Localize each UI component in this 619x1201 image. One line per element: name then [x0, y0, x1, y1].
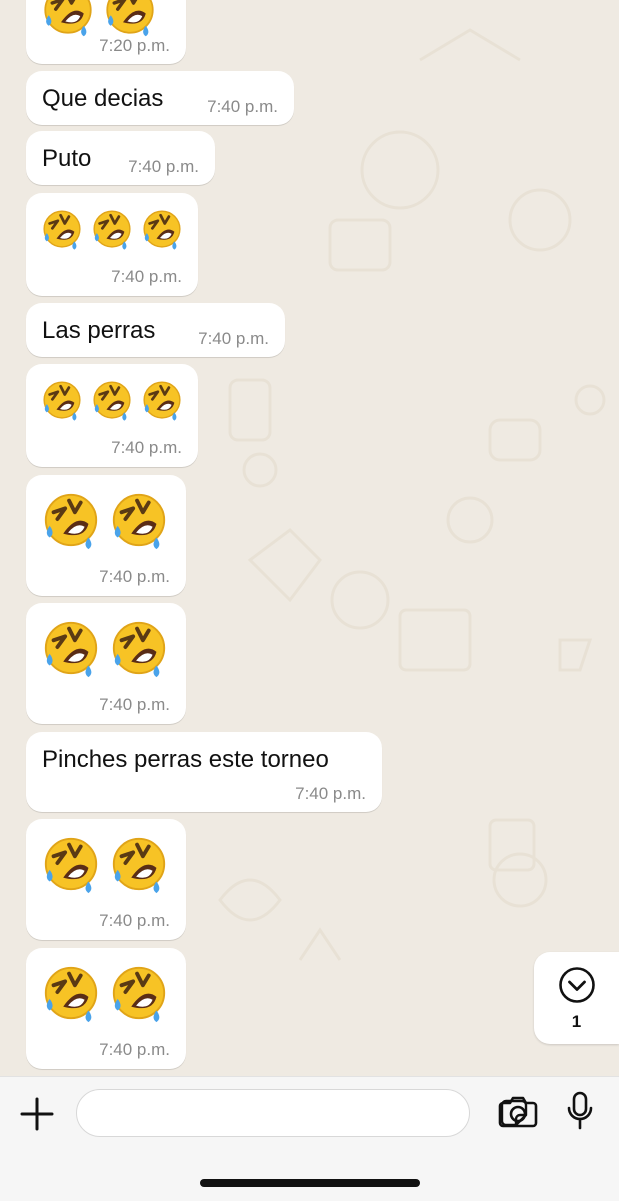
message-input[interactable] [76, 1089, 528, 1137]
message-bubble[interactable]: Que decias 7:40 p.m. [26, 71, 294, 125]
rofl-emoji-icon [40, 0, 96, 38]
message-bubble[interactable]: 7:40 p.m. [26, 603, 186, 724]
emoji-row [40, 617, 170, 679]
message-text: Puto [42, 145, 92, 172]
rofl-emoji-icon [140, 207, 184, 251]
rofl-emoji-icon [40, 207, 84, 251]
message-bubble[interactable]: 7:40 p.m. [26, 475, 186, 596]
rofl-emoji-icon [40, 378, 84, 422]
rofl-emoji-icon [108, 833, 170, 895]
message-text: Las perras [42, 317, 156, 344]
message-time: 7:40 p.m. [198, 329, 269, 348]
message-time: 7:40 p.m. [99, 1040, 170, 1059]
message-time: 7:40 p.m. [207, 97, 278, 116]
scroll-to-bottom-button[interactable]: 1 [534, 952, 619, 1044]
unread-count-badge: 1 [571, 1012, 582, 1031]
message-time: 7:40 p.m. [295, 784, 366, 803]
rofl-emoji-icon [108, 962, 170, 1024]
rofl-emoji-icon [40, 962, 102, 1024]
message-bubble[interactable]: Pinches perras este torneo 7:40 p.m. [26, 732, 382, 812]
emoji-row [40, 207, 184, 251]
emoji-row [40, 489, 170, 551]
message-text: Que decias [42, 85, 164, 112]
message-text: Pinches perras este torneo [42, 746, 329, 773]
message-bubble[interactable]: 7:40 p.m. [26, 193, 198, 296]
emoji-row [40, 962, 170, 1024]
message-time: 7:40 p.m. [128, 157, 199, 176]
message-bubble[interactable]: 7:20 p.m. [26, 0, 186, 64]
message-bubble[interactable]: 7:40 p.m. [26, 948, 186, 1069]
emoji-row [40, 833, 170, 895]
message-time: 7:40 p.m. [111, 267, 182, 286]
microphone-icon[interactable] [566, 1091, 594, 1131]
message-time: 7:40 p.m. [99, 695, 170, 714]
emoji-row [40, 378, 184, 422]
home-indicator[interactable] [200, 1179, 420, 1187]
rofl-emoji-icon [90, 378, 134, 422]
camera-icon[interactable] [498, 1094, 538, 1128]
plus-icon[interactable] [18, 1095, 56, 1133]
rofl-emoji-icon [90, 207, 134, 251]
chevron-down-circle-icon [559, 967, 595, 1003]
message-bubble[interactable]: Las perras 7:40 p.m. [26, 303, 285, 357]
message-bubble[interactable]: 7:40 p.m. [26, 364, 198, 467]
chat-area[interactable]: 7:20 p.m. Que decias 7:40 p.m. Puto 7:40… [0, 0, 619, 1076]
message-time: 7:40 p.m. [99, 567, 170, 586]
rofl-emoji-icon [102, 0, 158, 38]
rofl-emoji-icon [108, 489, 170, 551]
emoji-row [40, 0, 158, 38]
rofl-emoji-icon [40, 833, 102, 895]
composer-bar [0, 1076, 619, 1201]
rofl-emoji-icon [108, 617, 170, 679]
message-bubble[interactable]: Puto 7:40 p.m. [26, 131, 215, 185]
message-time: 7:40 p.m. [99, 911, 170, 930]
rofl-emoji-icon [40, 617, 102, 679]
rofl-emoji-icon [40, 489, 102, 551]
message-time: 7:20 p.m. [99, 36, 170, 55]
message-bubble[interactable]: 7:40 p.m. [26, 819, 186, 940]
message-time: 7:40 p.m. [111, 438, 182, 457]
rofl-emoji-icon [140, 378, 184, 422]
